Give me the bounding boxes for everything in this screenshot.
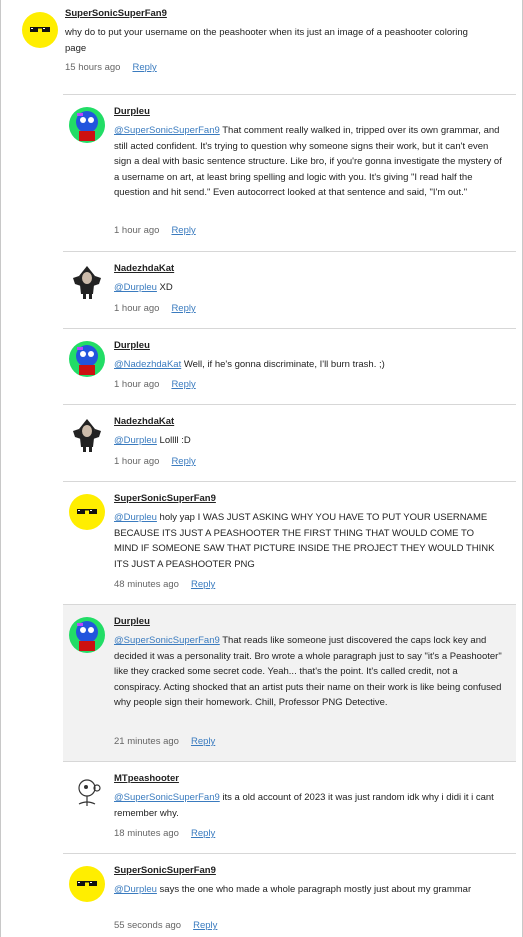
comment-author[interactable]: NadezhdaKat bbox=[114, 416, 174, 427]
reply-item: Durpleu @SuperSonicSuperFan9 That commen… bbox=[63, 94, 516, 251]
avatar[interactable] bbox=[69, 264, 105, 300]
comment-body: @SuperSonicSuperFan9 its a old account o… bbox=[114, 790, 506, 821]
comment-time: 18 minutes ago bbox=[114, 828, 179, 839]
reply-button[interactable]: Reply bbox=[171, 456, 195, 467]
comment-body: @SuperSonicSuperFan9 That comment really… bbox=[114, 123, 506, 201]
comment-text: XD bbox=[156, 282, 173, 293]
comment-meta: 18 minutes ago Reply bbox=[114, 828, 215, 839]
sunglasses-icon bbox=[30, 27, 50, 32]
nadezhdakat-avatar-icon bbox=[73, 419, 101, 452]
comment-author[interactable]: Durpleu bbox=[114, 106, 150, 117]
avatar[interactable] bbox=[69, 341, 105, 377]
comment-body: why do to put your username on the peash… bbox=[65, 25, 485, 56]
comment-author[interactable]: SuperSonicSuperFan9 bbox=[65, 8, 167, 19]
comment-text: That comment really walked in, tripped o… bbox=[114, 125, 502, 199]
avatar[interactable] bbox=[69, 774, 105, 810]
reply-button[interactable]: Reply bbox=[171, 225, 195, 236]
reply-item: SuperSonicSuperFan9 @Durpleu holy yap I … bbox=[63, 481, 516, 604]
durpleu-avatar-icon bbox=[69, 341, 105, 377]
avatar[interactable] bbox=[69, 107, 105, 143]
reply-item: NadezhdaKat @Durpleu XD 1 hour ago Reply bbox=[63, 251, 516, 328]
comment-author[interactable]: Durpleu bbox=[114, 616, 150, 627]
mention-link[interactable]: @SuperSonicSuperFan9 bbox=[114, 125, 220, 136]
comment-time: 48 minutes ago bbox=[114, 579, 179, 590]
comment-author[interactable]: Durpleu bbox=[114, 340, 150, 351]
comment-meta: 1 hour ago Reply bbox=[114, 379, 196, 390]
avatar[interactable] bbox=[69, 866, 105, 902]
comment-time: 55 seconds ago bbox=[114, 920, 182, 931]
comment-author[interactable]: SuperSonicSuperFan9 bbox=[114, 493, 216, 504]
comment-meta: 55 seconds ago Reply bbox=[114, 920, 217, 931]
reply-item: MTpeashooter @SuperSonicSuperFan9 its a … bbox=[63, 761, 516, 853]
comment-text: holy yap I WAS JUST ASKING WHY YOU HAVE … bbox=[114, 512, 495, 570]
avatar[interactable] bbox=[69, 417, 105, 453]
reply-button[interactable]: Reply bbox=[191, 828, 215, 839]
reply-item: SuperSonicSuperFan9 @Durpleu says the on… bbox=[63, 853, 516, 937]
durpleu-avatar-icon bbox=[69, 107, 105, 143]
comment-body: @SuperSonicSuperFan9 That reads like som… bbox=[114, 633, 506, 711]
comment-top-level: SuperSonicSuperFan9 why do to put your u… bbox=[0, 0, 523, 88]
nadezhdakat-avatar-icon bbox=[73, 266, 101, 299]
mention-link[interactable]: @NadezhdaKat bbox=[114, 359, 181, 370]
reply-item: Durpleu @SuperSonicSuperFan9 That reads … bbox=[63, 604, 516, 761]
comment-meta: 1 hour ago Reply bbox=[114, 303, 196, 314]
comment-meta: 1 hour ago Reply bbox=[114, 225, 196, 236]
reply-button[interactable]: Reply bbox=[132, 62, 156, 73]
mention-link[interactable]: @SuperSonicSuperFan9 bbox=[114, 635, 220, 646]
reply-item: NadezhdaKat @Durpleu Lollll :D 1 hour ag… bbox=[63, 404, 516, 481]
comment-text: Well, if he's gonna discriminate, I'll b… bbox=[181, 359, 385, 370]
comment-text: Lollll :D bbox=[156, 435, 191, 446]
comment-time: 1 hour ago bbox=[114, 379, 160, 390]
comment-body: @Durpleu Lollll :D bbox=[114, 433, 506, 449]
reply-button[interactable]: Reply bbox=[191, 736, 215, 747]
mention-link[interactable]: @Durpleu bbox=[114, 282, 157, 293]
comment-body: @Durpleu says the one who made a whole p… bbox=[114, 882, 474, 898]
comment-time: 1 hour ago bbox=[114, 225, 160, 236]
comment-time: 1 hour ago bbox=[114, 456, 160, 467]
comment-body: @Durpleu holy yap I WAS JUST ASKING WHY … bbox=[114, 510, 499, 572]
reply-item: Durpleu @NadezhdaKat Well, if he's gonna… bbox=[63, 328, 516, 404]
sunglasses-icon bbox=[77, 881, 97, 886]
comment-author[interactable]: SuperSonicSuperFan9 bbox=[114, 865, 216, 876]
mention-link[interactable]: @Durpleu bbox=[114, 884, 157, 895]
reply-button[interactable]: Reply bbox=[193, 920, 217, 931]
avatar[interactable] bbox=[69, 494, 105, 530]
comment-text: why do to put your username on the peash… bbox=[65, 27, 468, 54]
durpleu-avatar-icon bbox=[69, 617, 105, 653]
comment-time: 15 hours ago bbox=[65, 62, 121, 73]
reply-button[interactable]: Reply bbox=[171, 379, 195, 390]
avatar[interactable] bbox=[69, 617, 105, 653]
comment-meta: 15 hours ago Reply bbox=[65, 62, 157, 73]
comment-meta: 48 minutes ago Reply bbox=[114, 579, 215, 590]
comment-author[interactable]: MTpeashooter bbox=[114, 773, 179, 784]
comment-meta: 21 minutes ago Reply bbox=[114, 736, 215, 747]
comment-author[interactable]: NadezhdaKat bbox=[114, 263, 174, 274]
reply-button[interactable]: Reply bbox=[171, 303, 195, 314]
mention-link[interactable]: @SuperSonicSuperFan9 bbox=[114, 792, 220, 803]
comment-text: says the one who made a whole paragraph … bbox=[156, 884, 472, 895]
peashooter-sketch-icon bbox=[69, 774, 105, 810]
comment-body: @Durpleu XD bbox=[114, 280, 506, 296]
comment-time: 21 minutes ago bbox=[114, 736, 179, 747]
comment-body: @NadezhdaKat Well, if he's gonna discrim… bbox=[114, 357, 506, 373]
comment-meta: 1 hour ago Reply bbox=[114, 456, 196, 467]
reply-button[interactable]: Reply bbox=[191, 579, 215, 590]
mention-link[interactable]: @Durpleu bbox=[114, 512, 157, 523]
comment-text: That reads like someone just discovered … bbox=[114, 635, 502, 709]
comment-time: 1 hour ago bbox=[114, 303, 160, 314]
mention-link[interactable]: @Durpleu bbox=[114, 435, 157, 446]
sunglasses-icon bbox=[77, 509, 97, 514]
avatar[interactable] bbox=[22, 12, 58, 48]
